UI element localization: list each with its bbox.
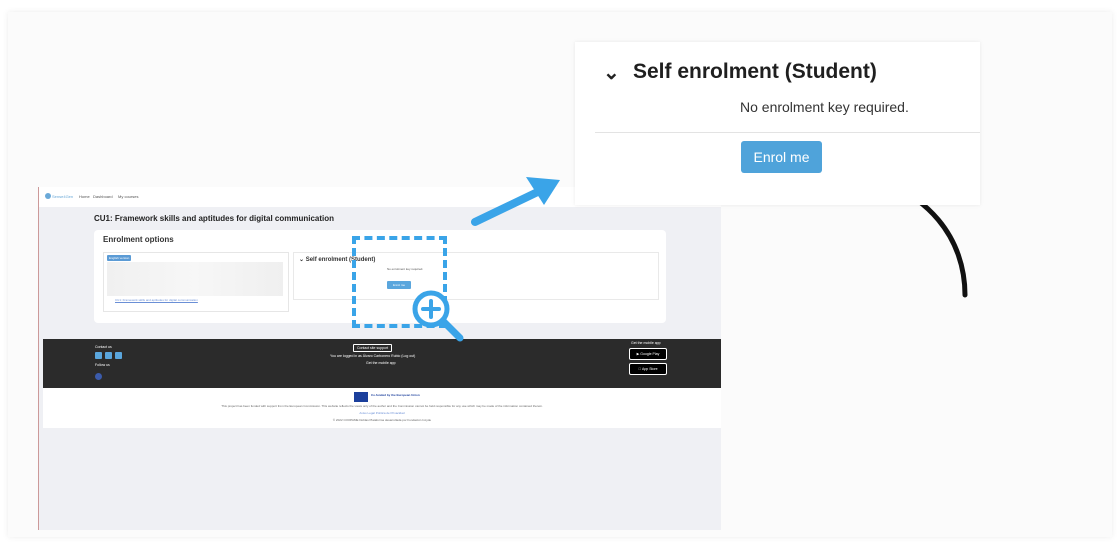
magnifier-plus-icon (412, 290, 464, 342)
divider (595, 132, 980, 133)
zoomed-enrolment-panel: ⌄ Self enrolment (Student) No enrolment … (575, 42, 980, 205)
zoom-no-key-text: No enrolment key required. (740, 99, 909, 115)
enrol-me-button[interactable]: Enrol me (741, 141, 822, 173)
blue-arrow-icon (471, 177, 560, 226)
zoom-self-enrolment-title: Self enrolment (Student) (633, 60, 877, 83)
chevron-down-icon[interactable]: ⌄ (603, 60, 620, 85)
